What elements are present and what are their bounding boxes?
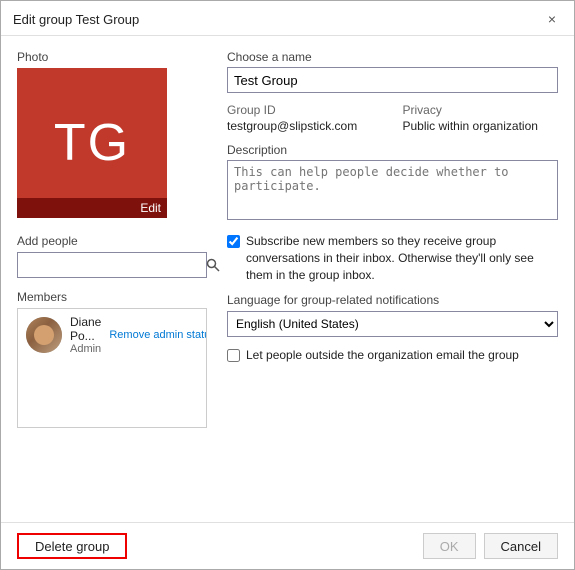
- avatar-image: [26, 317, 62, 353]
- members-label: Members: [17, 290, 207, 304]
- left-panel: Photo TG Edit Add people: [17, 50, 207, 508]
- members-box: Diane Po... Admin Remove admin status: [17, 308, 207, 428]
- delete-group-button[interactable]: Delete group: [17, 533, 127, 559]
- search-icon: [206, 258, 220, 272]
- description-section: Description: [227, 143, 558, 223]
- add-people-section: Add people: [17, 234, 207, 278]
- add-people-search-container: [17, 252, 207, 278]
- photo-edit-bar[interactable]: Edit: [17, 198, 167, 218]
- table-row: Diane Po... Admin Remove admin status: [18, 309, 206, 361]
- privacy-value: Public within organization: [403, 119, 559, 133]
- title-bar: Edit group Test Group ×: [1, 1, 574, 36]
- member-role: Admin: [70, 343, 101, 355]
- cancel-button[interactable]: Cancel: [484, 533, 558, 559]
- photo-container: TG Edit: [17, 68, 167, 218]
- dialog-body: Photo TG Edit Add people: [1, 36, 574, 522]
- name-field-label: Choose a name: [227, 50, 558, 64]
- right-panel: Choose a name Group ID testgroup@slipsti…: [227, 50, 558, 508]
- outside-email-checkbox[interactable]: [227, 349, 240, 362]
- close-button[interactable]: ×: [542, 9, 562, 29]
- language-select[interactable]: English (United States) English (United …: [227, 311, 558, 337]
- description-input[interactable]: [227, 160, 558, 220]
- edit-group-dialog: Edit group Test Group × Photo TG Edit Ad…: [0, 0, 575, 570]
- privacy-section: Privacy Public within organization: [403, 103, 559, 133]
- language-label: Language for group-related notifications: [227, 293, 558, 307]
- subscribe-checkbox[interactable]: [227, 235, 240, 248]
- member-action[interactable]: Remove admin status: [109, 329, 207, 341]
- description-label: Description: [227, 143, 558, 157]
- outside-email-label: Let people outside the organization emai…: [246, 347, 519, 364]
- add-people-label: Add people: [17, 234, 207, 248]
- ok-button[interactable]: OK: [423, 533, 476, 559]
- subscribe-label: Subscribe new members so they receive gr…: [246, 233, 558, 283]
- avatar: [26, 317, 62, 353]
- member-info: Diane Po... Admin: [70, 315, 101, 355]
- language-section: Language for group-related notifications…: [227, 293, 558, 337]
- photo-label: Photo: [17, 50, 207, 64]
- group-id-section: Group ID testgroup@slipstick.com: [227, 103, 383, 133]
- dialog-title: Edit group Test Group: [13, 12, 139, 27]
- search-icon-button[interactable]: [206, 253, 220, 277]
- group-name-input[interactable]: [227, 67, 558, 93]
- footer-right: OK Cancel: [423, 533, 558, 559]
- meta-row: Group ID testgroup@slipstick.com Privacy…: [227, 103, 558, 133]
- photo-section: Photo TG Edit: [17, 50, 207, 218]
- privacy-label: Privacy: [403, 103, 559, 117]
- group-id-label: Group ID: [227, 103, 383, 117]
- name-field-section: Choose a name: [227, 50, 558, 93]
- photo-initials: TG: [54, 113, 130, 173]
- dialog-footer: Delete group OK Cancel: [1, 522, 574, 569]
- group-id-value: testgroup@slipstick.com: [227, 119, 383, 133]
- subscribe-checkbox-row: Subscribe new members so they receive gr…: [227, 233, 558, 283]
- add-people-input[interactable]: [18, 253, 206, 277]
- outside-email-checkbox-row: Let people outside the organization emai…: [227, 347, 558, 364]
- member-name: Diane Po...: [70, 315, 101, 343]
- members-section: Members Diane Po... Admin Remove admin s…: [17, 290, 207, 428]
